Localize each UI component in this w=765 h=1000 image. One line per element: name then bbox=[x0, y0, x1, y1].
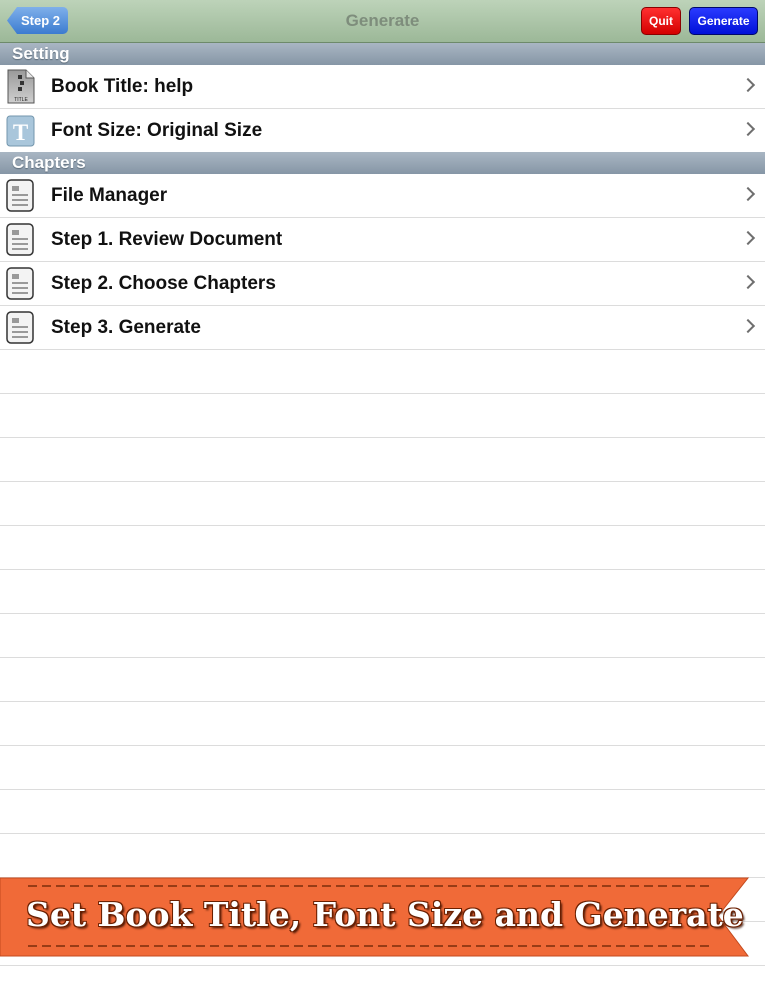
file-manager-label: File Manager bbox=[51, 185, 168, 206]
title-document-icon: TITLE bbox=[7, 69, 35, 104]
navigation-bar: Step 2 Generate Quit Generate bbox=[0, 0, 765, 43]
font-t-icon: T bbox=[6, 115, 35, 147]
empty-row-divider bbox=[0, 437, 765, 438]
chevron-right-icon bbox=[740, 121, 756, 137]
empty-row-divider bbox=[0, 965, 765, 966]
book-title-label: Book Title: help bbox=[51, 76, 194, 97]
review-document-row[interactable]: Step 1. Review Document bbox=[0, 218, 765, 262]
empty-row-divider bbox=[0, 745, 765, 746]
generate-button[interactable]: Generate bbox=[689, 7, 758, 35]
chevron-right-icon bbox=[740, 230, 756, 246]
empty-row-divider bbox=[0, 481, 765, 482]
section-header-setting: Setting bbox=[0, 43, 765, 65]
svg-text:TITLE: TITLE bbox=[14, 97, 28, 103]
section-header-chapters: Chapters bbox=[0, 152, 765, 174]
choose-chapters-label: Step 2. Choose Chapters bbox=[51, 273, 276, 294]
chevron-right-icon bbox=[740, 77, 756, 93]
document-icon bbox=[6, 223, 34, 256]
back-button-step-2[interactable]: Step 2 bbox=[7, 7, 68, 34]
font-size-row[interactable]: T Font Size: Original Size bbox=[0, 109, 765, 153]
chevron-right-icon bbox=[740, 274, 756, 290]
chevron-right-icon bbox=[740, 186, 756, 202]
generate-step-row[interactable]: Step 3. Generate bbox=[0, 306, 765, 350]
font-size-label: Font Size: Original Size bbox=[51, 120, 263, 141]
book-title-row[interactable]: TITLE Book Title: help bbox=[0, 65, 765, 109]
empty-row-divider bbox=[0, 701, 765, 702]
document-icon bbox=[6, 311, 34, 344]
empty-row-divider bbox=[0, 613, 765, 614]
chevron-right-icon bbox=[740, 318, 756, 334]
choose-chapters-row[interactable]: Step 2. Choose Chapters bbox=[0, 262, 765, 306]
document-icon bbox=[6, 267, 34, 300]
empty-row-divider bbox=[0, 525, 765, 526]
document-icon bbox=[6, 179, 34, 212]
empty-row-divider bbox=[0, 569, 765, 570]
file-manager-row[interactable]: File Manager bbox=[0, 174, 765, 218]
quit-button[interactable]: Quit bbox=[641, 7, 681, 35]
empty-row-divider bbox=[0, 657, 765, 658]
promo-banner-text: Set Book Title, Font Size and Generate bbox=[26, 895, 744, 934]
svg-text:T: T bbox=[13, 120, 28, 145]
empty-row-divider bbox=[0, 789, 765, 790]
empty-row-divider bbox=[0, 393, 765, 394]
empty-row-divider bbox=[0, 833, 765, 834]
generate-step-label: Step 3. Generate bbox=[51, 317, 201, 338]
review-document-label: Step 1. Review Document bbox=[51, 229, 283, 250]
